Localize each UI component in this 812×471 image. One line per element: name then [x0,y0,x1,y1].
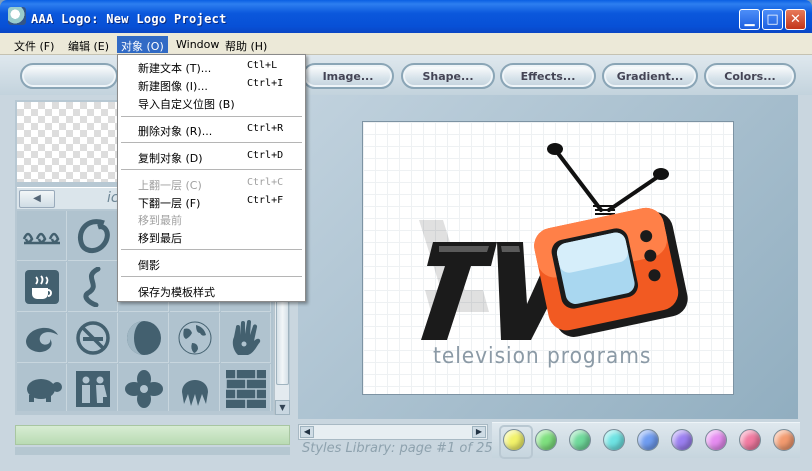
menu-item-label: 倒影 [138,259,160,272]
shape-button[interactable]: Shape... [401,63,495,89]
menu-help[interactable]: 帮助 (H) [221,36,271,53]
menu-item-reflection[interactable]: 倒影 [119,255,304,272]
menu-item-label: 保存为模板样式 [138,286,215,299]
menu-item-new-text[interactable]: 新建文本 (T)... Ctl+L [119,58,304,75]
menu-item-shortcut: Ctrl+D [247,150,284,161]
logo-subtitle[interactable]: television programs [433,344,651,369]
menu-bar: 文件 (F) 编辑 (E) 对象 (O) Window 帮助 (H) [0,33,812,55]
title-bar: AAA Logo: New Logo Project ▁ □ ✕ [0,0,812,33]
menu-item-label: 复制对象 (D) [138,152,203,165]
menu-item-send-to-back[interactable]: 移到最后 [119,228,304,245]
menu-item-label: 导入自定义位图 (B) [138,98,235,111]
color-swatch-bar [492,422,800,459]
circle-swoosh-icon[interactable] [68,211,118,261]
menu-item-label: 移到最后 [138,232,182,245]
swatch-cyan[interactable] [603,429,625,451]
menu-item-label: 新建文本 (T)... [138,62,212,75]
menu-item-shortcut: Ctl+L [247,60,278,71]
menu-separator [121,142,302,143]
menu-item-shortcut: Ctrl+I [247,78,284,89]
menu-item-import-bitmap[interactable]: 导入自定义位图 (B) [119,94,304,111]
minimize-button[interactable]: ▁ [739,9,760,30]
menu-item-delete-object[interactable]: 删除对象 (R)... Ctrl+R [119,121,304,138]
wave-curl-icon[interactable] [17,313,67,363]
transparency-preview [17,102,132,182]
image-button[interactable]: Image... [302,63,394,89]
menu-item-label: 新建图像 (I)... [138,80,208,93]
swatch-yellow[interactable] [499,425,533,459]
no-smoking-icon[interactable] [68,313,118,363]
app-icon[interactable] [8,7,26,25]
menu-window[interactable]: Window [172,36,223,53]
status-progress-bar [15,425,290,445]
globe-icon[interactable] [170,313,220,363]
coffee-cup-icon[interactable] [17,262,67,312]
menu-item-label: 删除对象 (R)... [138,125,213,138]
logo-canvas[interactable]: television programs [362,121,734,395]
hand-icon[interactable] [221,313,271,363]
status-strip [15,447,290,455]
people-icon[interactable] [68,364,118,411]
tab-prev-button[interactable]: ◀ [19,190,55,208]
menu-item-send-backward[interactable]: 下翻一层 (F) Ctrl+F [119,193,304,210]
swatch-blue[interactable] [637,429,659,451]
colors-button[interactable]: Colors... [704,63,796,89]
menu-item-label: 上翻一层 (C) [138,179,202,192]
swatch-purple[interactable] [671,429,693,451]
swirls-icon[interactable] [17,211,67,261]
moon-sphere-icon[interactable] [119,313,169,363]
flower-icon[interactable] [119,364,169,411]
menu-file[interactable]: 文件 (F) [10,36,58,53]
menu-item-label: 下翻一层 (F) [138,197,201,210]
swatch-pink[interactable] [739,429,761,451]
styles-library-label: Styles Library: page #1 of 25 [302,441,493,456]
menu-item-bring-to-front[interactable]: 移到最前 [119,210,304,227]
canvas-frame: television programs [298,95,798,419]
scroll-down-arrow[interactable]: ▼ [275,400,290,415]
maximize-button[interactable]: □ [762,9,783,30]
object-menu-dropdown: 新建文本 (T)... Ctl+L 新建图像 (I)... Ctrl+I 导入自… [117,54,306,302]
scroll-right-arrow[interactable]: ▶ [472,426,486,438]
close-button[interactable]: ✕ [785,9,806,30]
scroll-left-arrow[interactable]: ◀ [300,426,314,438]
text-button[interactable] [20,63,118,89]
menu-separator [121,169,302,170]
s-curve-icon[interactable] [68,262,118,312]
menu-separator [121,249,302,250]
swatch-magenta[interactable] [705,429,727,451]
menu-separator [121,276,302,277]
menu-item-bring-forward[interactable]: 上翻一层 (C) Ctrl+C [119,175,304,192]
brick-wall-icon[interactable] [221,364,271,411]
jellyfish-icon[interactable] [170,364,220,411]
menu-item-label: 移到最前 [138,214,182,227]
menu-item-shortcut: Ctrl+F [247,195,284,206]
menu-item-save-as-template[interactable]: 保存为模板样式 [119,282,304,299]
effects-button[interactable]: Effects... [500,63,596,89]
swatch-orange[interactable] [773,429,795,451]
menu-item-shortcut: Ctrl+R [247,123,284,134]
gradient-button[interactable]: Gradient... [602,63,698,89]
menu-separator [121,116,302,117]
menu-object[interactable]: 对象 (O) [117,36,168,53]
swatch-green[interactable] [535,429,557,451]
styles-scrollbar[interactable]: ◀ ▶ [298,424,488,440]
swatch-teal-green[interactable] [569,429,591,451]
turtle-icon[interactable] [17,364,67,411]
window-title: AAA Logo: New Logo Project [31,12,227,26]
menu-item-shortcut: Ctrl+C [247,177,284,188]
menu-edit[interactable]: 编辑 (E) [64,36,113,53]
menu-item-new-image[interactable]: 新建图像 (I)... Ctrl+I [119,76,304,93]
menu-item-duplicate-object[interactable]: 复制对象 (D) Ctrl+D [119,148,304,165]
